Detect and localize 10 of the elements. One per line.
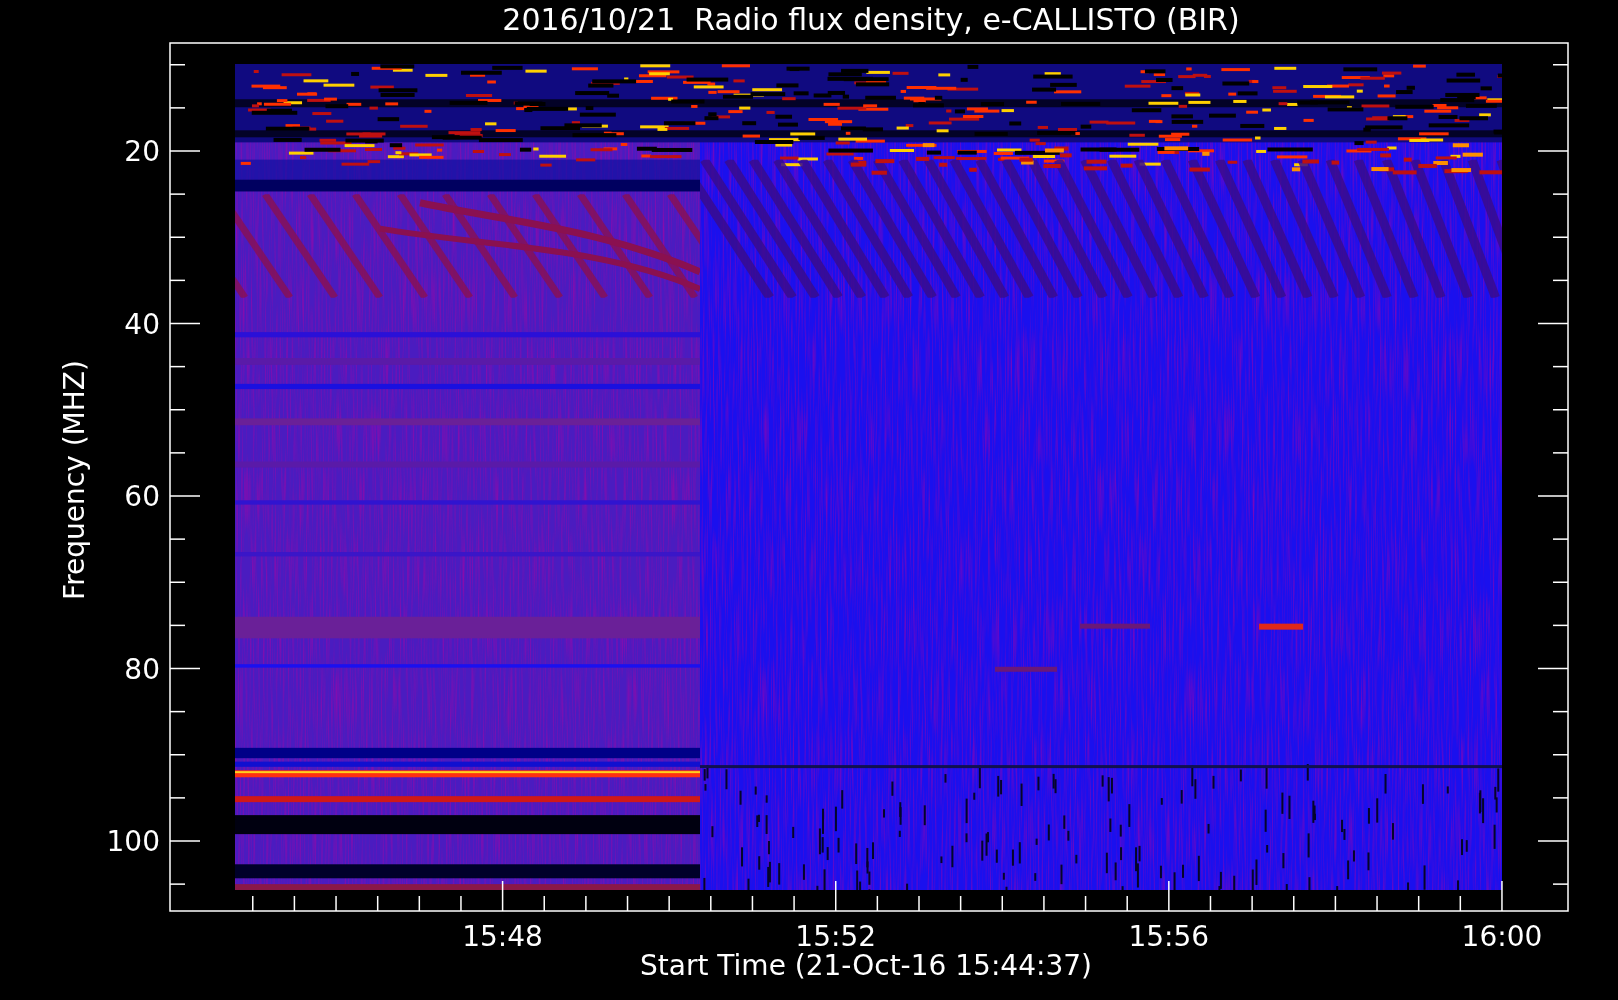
- tick-label: 15:56: [1128, 920, 1210, 953]
- tick-label: 16:00: [1461, 920, 1543, 953]
- tick-label: 40: [124, 307, 160, 341]
- chart-title: 2016/10/21 Radio flux density, e-CALLISTO (BIR): [502, 2, 1240, 37]
- tick-label: 100: [106, 825, 160, 858]
- tick-label: 60: [124, 480, 160, 513]
- tick-label: 80: [124, 652, 160, 686]
- tick-label: 20: [124, 135, 160, 168]
- axis-label: Frequency (MHZ): [58, 360, 91, 600]
- tick-label: 15:48: [462, 920, 543, 953]
